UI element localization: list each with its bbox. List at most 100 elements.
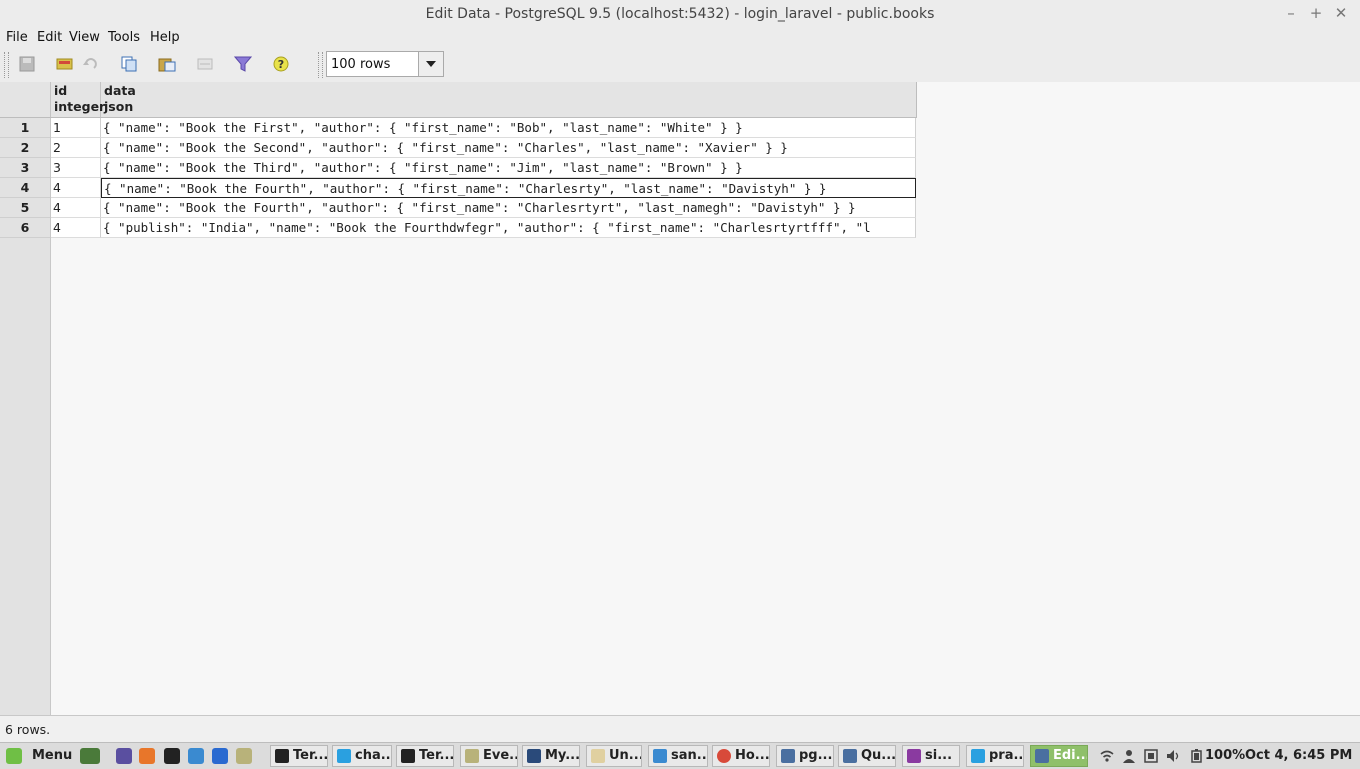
cell-data[interactable]: { "name": "Book the Third", "author": { … xyxy=(101,158,916,178)
rows-limit-select[interactable]: 100 rows xyxy=(326,51,444,77)
task-label: Ter... xyxy=(419,748,454,763)
show-desktop-icon[interactable] xyxy=(80,748,100,764)
cell-id[interactable]: 1 xyxy=(51,118,101,138)
menu-edit[interactable]: Edit xyxy=(37,30,62,45)
dropdown-button[interactable] xyxy=(418,52,443,76)
chevron-down-icon xyxy=(426,61,436,67)
task-chrome[interactable]: Ho... xyxy=(712,745,770,767)
dropbox-icon[interactable] xyxy=(212,748,228,764)
maximize-icon[interactable]: + xyxy=(1306,4,1326,22)
task-pgadmin[interactable]: pg... xyxy=(776,745,834,767)
task-query[interactable]: Qu... xyxy=(838,745,896,767)
folder-icon xyxy=(465,749,479,763)
jetbrains-launcher-icon[interactable] xyxy=(188,748,204,764)
cell-data[interactable]: { "publish": "India", "name": "Book the … xyxy=(101,218,916,238)
column-type: integer xyxy=(54,99,106,114)
toolbar-grip-2[interactable] xyxy=(318,52,323,78)
task-label: pra... xyxy=(989,748,1024,763)
task-label: Qu... xyxy=(861,748,896,763)
cell-id[interactable]: 2 xyxy=(51,138,101,158)
undo-icon[interactable] xyxy=(82,56,100,72)
firefox-icon[interactable] xyxy=(139,748,155,764)
data-grid: id integer data json 1 1 { "name": "Book… xyxy=(0,82,1360,715)
phpstorm-icon xyxy=(907,749,921,763)
minimize-icon[interactable]: – xyxy=(1281,4,1301,22)
toolbar-grip[interactable] xyxy=(4,52,9,78)
cell-id[interactable]: 4 xyxy=(51,218,101,238)
corner-cell[interactable] xyxy=(0,82,51,117)
menu-file[interactable]: File xyxy=(6,30,28,45)
terminal-launcher-icon[interactable] xyxy=(164,748,180,764)
task-label: cha... xyxy=(355,748,392,763)
column-header-id[interactable]: id integer xyxy=(51,82,106,117)
taskbar: Menu Ter... cha... Ter... Eve... My... U… xyxy=(0,742,1360,769)
column-name: id xyxy=(54,83,68,98)
copy-icon[interactable] xyxy=(120,56,138,72)
terminal-icon xyxy=(401,749,415,763)
cell-id[interactable]: 3 xyxy=(51,158,101,178)
task-terminal-2[interactable]: Ter... xyxy=(396,745,454,767)
task-untitled[interactable]: Un... xyxy=(586,745,642,767)
task-terminal-1[interactable]: Ter... xyxy=(270,745,328,767)
skype-icon xyxy=(337,749,351,763)
wifi-icon[interactable] xyxy=(1100,749,1114,763)
save-icon[interactable] xyxy=(18,56,36,72)
clock[interactable]: Oct 4, 6:45 PM xyxy=(1245,748,1352,763)
close-icon[interactable]: ✕ xyxy=(1331,4,1351,22)
menu-tools[interactable]: Tools xyxy=(108,30,140,45)
task-phpstorm[interactable]: si... xyxy=(902,745,960,767)
cell-data[interactable]: { "name": "Book the First", "author": { … xyxy=(101,118,916,138)
cell-id[interactable]: 4 xyxy=(51,198,101,218)
column-type: json xyxy=(104,99,134,114)
row-number[interactable]: 4 xyxy=(0,178,50,198)
update-manager-icon[interactable] xyxy=(1144,749,1158,763)
row-number[interactable]: 1 xyxy=(0,118,50,138)
cell-data-selected[interactable]: { "name": "Book the Fourth", "author": {… xyxy=(101,178,916,198)
table-row[interactable]: 4 4 { "name": "Book the Fourth", "author… xyxy=(0,178,916,198)
files-launcher-icon[interactable] xyxy=(236,748,252,764)
cell-data[interactable]: { "name": "Book the Second", "author": {… xyxy=(101,138,916,158)
task-events[interactable]: Eve... xyxy=(460,745,518,767)
row-number[interactable]: 6 xyxy=(0,218,50,238)
help-icon[interactable]: ? xyxy=(272,56,290,72)
battery-icon[interactable] xyxy=(1190,749,1204,763)
start-menu-button[interactable]: Menu xyxy=(4,745,72,767)
task-mysql[interactable]: My... xyxy=(522,745,580,767)
app-launcher-icon[interactable] xyxy=(116,748,132,764)
task-label: Eve... xyxy=(483,748,517,763)
task-label: Ter... xyxy=(293,748,328,763)
delete-row-icon[interactable] xyxy=(196,56,214,72)
table-row[interactable]: 1 1 { "name": "Book the First", "author"… xyxy=(0,118,916,138)
table-row[interactable]: 5 4 { "name": "Book the Fourth", "author… xyxy=(0,198,916,218)
row-number[interactable]: 3 xyxy=(0,158,50,178)
row-number[interactable]: 5 xyxy=(0,198,50,218)
paste-icon[interactable] xyxy=(158,56,176,72)
jetbrains-icon xyxy=(653,749,667,763)
table-row[interactable]: 2 2 { "name": "Book the Second", "author… xyxy=(0,138,916,158)
menu-help[interactable]: Help xyxy=(150,30,180,45)
cell-id[interactable]: 4 xyxy=(51,178,101,198)
skype-icon xyxy=(971,749,985,763)
table-row[interactable]: 6 4 { "publish": "India", "name": "Book … xyxy=(0,218,916,238)
task-label: san... xyxy=(671,748,708,763)
filter-icon[interactable] xyxy=(234,56,252,72)
volume-icon[interactable] xyxy=(1166,749,1180,763)
refresh-icon[interactable] xyxy=(56,56,74,72)
cell-data[interactable]: { "name": "Book the Fourth", "author": {… xyxy=(101,198,916,218)
menu-view[interactable]: View xyxy=(69,30,100,45)
task-sandbox[interactable]: san... xyxy=(648,745,708,767)
task-edit-data[interactable]: Edi... xyxy=(1030,745,1088,767)
table-row[interactable]: 3 3 { "name": "Book the Third", "author"… xyxy=(0,158,916,178)
terminal-icon xyxy=(275,749,289,763)
task-skype-pra[interactable]: pra... xyxy=(966,745,1024,767)
postgres-icon xyxy=(1035,749,1049,763)
rows-limit-value: 100 rows xyxy=(331,57,391,72)
column-header-data[interactable]: data json xyxy=(101,82,916,117)
row-number[interactable]: 2 xyxy=(0,138,50,158)
postgres-icon xyxy=(843,749,857,763)
text-editor-icon xyxy=(591,749,605,763)
task-label: pg... xyxy=(799,748,833,763)
task-skype-chat[interactable]: cha... xyxy=(332,745,392,767)
user-icon[interactable] xyxy=(1122,749,1136,763)
task-label: My... xyxy=(545,748,580,763)
